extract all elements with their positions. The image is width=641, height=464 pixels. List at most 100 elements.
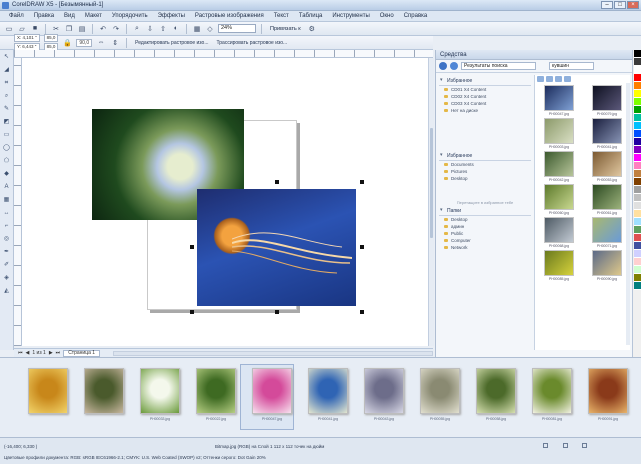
color-swatch[interactable] — [633, 282, 641, 290]
tree-item[interactable]: админ — [439, 223, 531, 230]
menu-item[interactable]: Файл — [4, 13, 29, 19]
welcome-icon[interactable]: ◇ — [205, 24, 215, 34]
lock-icon[interactable] — [582, 443, 587, 448]
prev-page-icon[interactable]: ◀ — [26, 350, 30, 356]
color-swatch[interactable] — [633, 154, 641, 162]
tray-item[interactable]: PH00081.jpg — [532, 368, 572, 421]
menu-item[interactable]: Справка — [399, 13, 433, 19]
tree-item[interactable]: Desktop — [439, 216, 531, 223]
tray-item[interactable] — [84, 368, 124, 417]
minimize-button[interactable]: – — [601, 1, 613, 9]
tray-icon[interactable] — [564, 76, 571, 82]
first-page-icon[interactable]: ⏮ — [18, 350, 23, 356]
tree-section-favorites[interactable]: Избранное — [439, 77, 531, 86]
mirror-h-icon[interactable]: ⇔ — [96, 38, 106, 48]
lock-ratio-icon[interactable]: 🔒 — [62, 38, 72, 48]
page-tab-1[interactable]: Страница 1 — [63, 349, 101, 357]
tree-item[interactable]: Public — [439, 230, 531, 237]
search-input[interactable]: кувшин — [549, 62, 594, 70]
filter-icon[interactable] — [555, 76, 562, 82]
selection-handle[interactable] — [360, 245, 364, 249]
undo-icon[interactable]: ↶ — [98, 24, 108, 34]
app-launcher-icon[interactable]: ▦ — [192, 24, 202, 34]
tree-item[interactable]: CD01 X4 Content — [439, 86, 531, 93]
forward-icon[interactable] — [450, 62, 458, 70]
color-swatch[interactable] — [633, 58, 641, 66]
polygon-tool-icon[interactable]: ⬠ — [2, 156, 12, 166]
outline-pen-icon[interactable]: ✐ — [2, 260, 12, 270]
width-input[interactable]: 85,0 — [43, 34, 59, 42]
menu-item[interactable]: Инструменты — [327, 13, 374, 19]
smart-fill-icon[interactable]: ◩ — [2, 117, 12, 127]
color-swatch[interactable] — [633, 186, 641, 194]
sort-icon[interactable] — [546, 76, 553, 82]
menu-item[interactable]: Вид — [59, 13, 80, 19]
canvas-vertical-scrollbar[interactable] — [428, 58, 434, 346]
next-page-icon[interactable]: ▶ — [49, 350, 53, 356]
scroll-thumb[interactable] — [430, 128, 433, 238]
drawing-canvas[interactable] — [22, 58, 430, 346]
selection-handle[interactable] — [275, 180, 279, 184]
fill-indicator-icon[interactable] — [543, 443, 548, 448]
thumbnail-item[interactable]: PH00060.jpg — [537, 184, 581, 215]
zoom-tool-icon[interactable]: ⌕ — [2, 91, 12, 101]
color-swatch[interactable] — [633, 266, 641, 274]
menu-item[interactable]: Текст — [269, 13, 294, 19]
color-swatch[interactable] — [633, 274, 641, 282]
thumbnail-item[interactable]: PH00047.jpg — [537, 85, 581, 116]
tree-item[interactable]: Нет на диске — [439, 107, 531, 114]
thumbnail-item[interactable]: PH00053.jpg — [585, 151, 629, 182]
copy-icon[interactable]: ❐ — [64, 24, 74, 34]
horizontal-ruler[interactable] — [14, 50, 433, 58]
color-swatch[interactable] — [633, 106, 641, 114]
tray-item[interactable]: PH00022.jpg — [196, 368, 236, 421]
thumbnail-item[interactable]: PH00090.jpg — [585, 250, 629, 281]
color-swatch[interactable] — [633, 82, 641, 90]
shape-tool-icon[interactable]: ◢ — [2, 65, 12, 75]
outline-indicator-icon[interactable] — [563, 443, 568, 448]
breadcrumb[interactable]: Результаты поиска — [461, 62, 536, 70]
color-profile-info[interactable]: Цветовые профили документа: RGB: sRGB IE… — [4, 455, 266, 460]
basic-shapes-icon[interactable]: ◆ — [2, 169, 12, 179]
pdf-icon[interactable]: ◐ — [171, 24, 181, 34]
search-content-icon[interactable]: ⌕ — [132, 24, 142, 34]
pick-tool-icon[interactable]: ↖ — [2, 52, 12, 62]
table-tool-icon[interactable]: ▦ — [2, 195, 12, 205]
tree-item[interactable]: Desktop — [439, 175, 531, 182]
selection-handle[interactable] — [360, 310, 364, 314]
thumbnail-item[interactable]: PH00061.jpg — [585, 184, 629, 215]
tree-item[interactable]: Network — [439, 244, 531, 251]
redo-icon[interactable]: ↷ — [111, 24, 121, 34]
import-icon[interactable]: ⇩ — [145, 24, 155, 34]
eyedropper-icon[interactable]: ✒ — [2, 247, 12, 257]
color-swatch[interactable] — [633, 66, 641, 74]
color-swatch[interactable] — [633, 162, 641, 170]
tray-item[interactable] — [28, 368, 68, 417]
new-icon[interactable]: ▭ — [4, 24, 14, 34]
tray-item[interactable]: PH00043.jpg — [364, 368, 404, 421]
connector-tool-icon[interactable]: ⌐ — [2, 221, 12, 231]
view-icon[interactable] — [537, 76, 544, 82]
export-icon[interactable]: ⇧ — [158, 24, 168, 34]
color-swatch[interactable] — [633, 194, 641, 202]
selection-handle[interactable] — [190, 310, 194, 314]
fill-tool-icon[interactable]: ◈ — [2, 273, 12, 283]
zoom-level-select[interactable]: 24% — [218, 24, 256, 33]
tree-item[interactable]: CD03 X4 Content — [439, 100, 531, 107]
color-swatch[interactable] — [633, 122, 641, 130]
rectangle-tool-icon[interactable]: ▭ — [2, 130, 12, 140]
blend-tool-icon[interactable]: ◎ — [2, 234, 12, 244]
color-swatch[interactable] — [633, 178, 641, 186]
vertical-ruler[interactable] — [14, 58, 22, 346]
menu-item[interactable]: Таблица — [294, 13, 328, 19]
last-page-icon[interactable]: ⏭ — [56, 350, 61, 356]
color-swatch[interactable] — [633, 218, 641, 226]
tree-item[interactable]: CD02 X4 Content — [439, 93, 531, 100]
menu-item[interactable]: Окно — [375, 13, 399, 19]
back-icon[interactable] — [439, 62, 447, 70]
crop-tool-icon[interactable]: ⌗ — [2, 78, 12, 88]
selection-handle[interactable] — [190, 245, 194, 249]
tree-section-favorites-2[interactable]: Избранное — [439, 152, 531, 161]
color-swatch[interactable] — [633, 210, 641, 218]
dimension-tool-icon[interactable]: ↔ — [2, 208, 12, 218]
